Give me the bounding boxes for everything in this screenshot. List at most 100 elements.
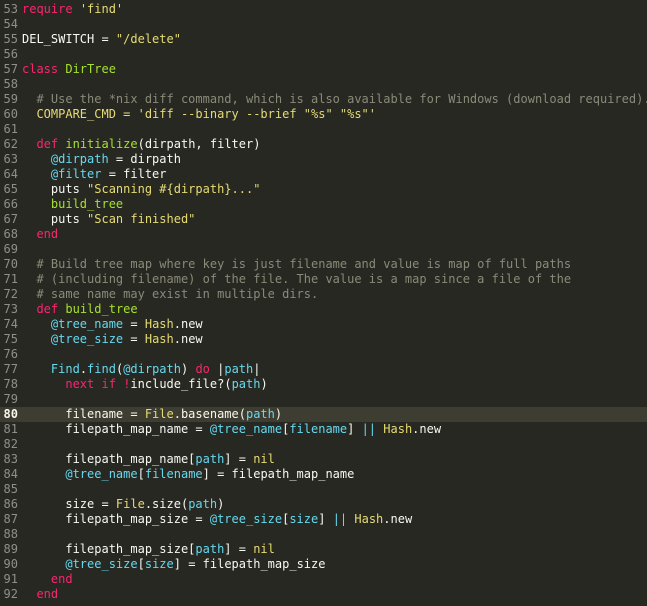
code-editor[interactable]: 53 require 'find' 54 55 DEL_SWITCH = "/delet…	[0, 2, 647, 602]
code-line[interactable]: 62 def initialize(dirpath, filter)	[0, 137, 647, 152]
code-line[interactable]: 58	[0, 77, 647, 92]
code-line[interactable]: 66 build_tree	[0, 197, 647, 212]
line-code: @tree_name = Hash.new	[22, 317, 203, 332]
line-code: puts "Scanning #{dirpath}..."	[22, 182, 261, 197]
code-line[interactable]: 60 COMPARE_CMD = 'diff --binary --brief …	[0, 107, 647, 122]
code-line[interactable]: 73 def build_tree	[0, 302, 647, 317]
code-token: @dirpath	[50, 152, 109, 166]
code-token: DEL_SWITCH =	[22, 32, 116, 46]
line-number: 71	[3, 272, 18, 286]
code-token: nil	[253, 542, 275, 556]
code-line[interactable]: 88	[0, 527, 647, 542]
code-line[interactable]: 72 # same name may exist in multiple dir…	[0, 287, 647, 302]
code-token: .new	[412, 422, 442, 436]
code-line[interactable]: 55 DEL_SWITCH = "/delete"	[0, 32, 647, 47]
code-line[interactable]: 71 # (including filename) of the file. T…	[0, 272, 647, 287]
code-line[interactable]: 86 size = File.size(path)	[0, 497, 647, 512]
code-token: @tree_name	[65, 467, 138, 481]
code-line[interactable]: 56	[0, 47, 647, 62]
line-number: 67	[3, 212, 18, 226]
code-line[interactable]: 87 filepath_map_size = @tree_size[size] …	[0, 512, 647, 527]
code-token: end	[36, 227, 59, 241]
code-line[interactable]: 69	[0, 242, 647, 257]
code-line[interactable]: 92 end	[0, 587, 647, 602]
code-token: filepath_map_size =	[22, 512, 210, 526]
code-line[interactable]: 53 require 'find'	[0, 2, 647, 17]
code-token: size	[289, 512, 319, 526]
code-token: @tree_size	[50, 332, 124, 346]
code-line[interactable]: 83 filepath_map_name[path] = nil	[0, 452, 647, 467]
code-token: 'find'	[79, 2, 124, 16]
line-number: 76	[3, 347, 18, 361]
code-token: path	[188, 497, 218, 511]
code-token: )	[180, 362, 196, 376]
code-token: puts	[22, 212, 88, 226]
code-line[interactable]: 76	[0, 347, 647, 362]
current-code-line[interactable]: 80 filename = File.basename(path)	[0, 407, 647, 422]
code-token: "/delete"	[115, 32, 181, 46]
line-code: build_tree	[22, 197, 123, 212]
code-line[interactable]: 63 @dirpath = dirpath	[0, 152, 647, 167]
line-number: 61	[3, 122, 18, 136]
line-code: require 'find'	[22, 2, 123, 17]
code-token: [	[137, 467, 145, 481]
code-line[interactable]: 91 end	[0, 572, 647, 587]
code-token: filepath_map_name[	[22, 452, 196, 466]
line-number: 74	[3, 317, 18, 331]
code-token: (dirpath, filter)	[137, 137, 261, 151]
code-line[interactable]: 77 Find.find(@dirpath) do |path|	[0, 362, 647, 377]
code-line[interactable]: 79	[0, 392, 647, 407]
code-token: size =	[22, 497, 116, 511]
code-line[interactable]: 57 class DirTree	[0, 62, 647, 77]
code-token: Hash	[144, 317, 174, 331]
code-token: if	[101, 377, 116, 391]
line-number: 84	[3, 467, 18, 481]
code-line[interactable]: 67 puts "Scan finished"	[0, 212, 647, 227]
code-token: =	[123, 332, 145, 346]
code-line[interactable]: 78 next if !include_file?(path)	[0, 377, 647, 392]
line-code: def build_tree	[22, 302, 137, 317]
code-line[interactable]: 75 @tree_size = Hash.new	[0, 332, 647, 347]
code-line[interactable]: 81 filepath_map_name = @tree_name[filena…	[0, 422, 647, 437]
line-number: 88	[3, 527, 18, 541]
code-line[interactable]: 85	[0, 482, 647, 497]
code-line[interactable]: 74 @tree_name = Hash.new	[0, 317, 647, 332]
code-line[interactable]: 64 @filter = filter	[0, 167, 647, 182]
code-token: end	[50, 572, 73, 586]
code-token: [	[137, 557, 145, 571]
line-number: 72	[3, 287, 18, 301]
code-token: "Scanning #{dirpath}..."	[87, 182, 261, 196]
code-token: # Build tree map where key is just filen…	[36, 257, 572, 271]
code-token: .new	[173, 332, 203, 346]
code-line[interactable]: 54	[0, 17, 647, 32]
code-token: next	[65, 377, 95, 391]
line-code: COMPARE_CMD = 'diff --binary --brief "%s…	[22, 107, 376, 122]
line-code: @filter = filter	[22, 167, 167, 182]
code-line[interactable]: 61	[0, 122, 647, 137]
code-line[interactable]: 90 @tree_size[size] = filepath_map_size	[0, 557, 647, 572]
code-token: filename	[144, 467, 203, 481]
code-token: path	[245, 407, 275, 421]
line-number: 70	[3, 257, 18, 271]
code-line[interactable]: 59 # Use the *nix diff command, which is…	[0, 92, 647, 107]
line-number: 83	[3, 452, 18, 466]
code-line[interactable]: 84 @tree_name[filename] = filepath_map_n…	[0, 467, 647, 482]
code-line[interactable]: 82	[0, 437, 647, 452]
code-token: |	[209, 362, 225, 376]
code-token: do	[195, 362, 210, 376]
code-line[interactable]: 70 # Build tree map where key is just fi…	[0, 257, 647, 272]
code-token: .size(	[144, 497, 189, 511]
code-line[interactable]: 65 puts "Scanning #{dirpath}..."	[0, 182, 647, 197]
code-line[interactable]: 89 filepath_map_size[path] = nil	[0, 542, 647, 557]
code-token: .new	[173, 317, 203, 331]
line-number: 64	[3, 167, 18, 181]
code-line[interactable]: 68 end	[0, 227, 647, 242]
code-token: filename =	[22, 407, 145, 421]
code-token: = dirpath	[108, 152, 181, 166]
